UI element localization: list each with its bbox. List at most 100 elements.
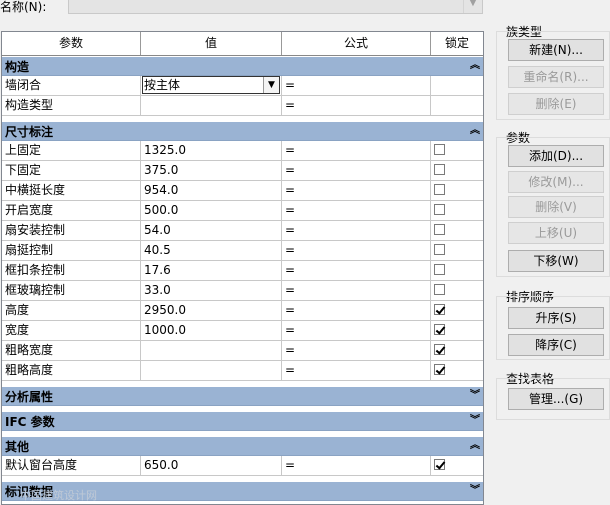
parameter-name-cell[interactable]: 框玻璃控制 xyxy=(2,281,141,300)
collapse-chevron-icon[interactable]: ︽ xyxy=(470,57,480,75)
parameter-name-cell[interactable]: 宽度 xyxy=(2,321,141,340)
table-row[interactable]: 扇挺控制 40.5 = xyxy=(2,241,483,261)
delete-type-button[interactable]: 删除(E) xyxy=(508,93,604,115)
table-row[interactable]: 墙闭合 按主体 ▼ = xyxy=(2,76,483,96)
table-row[interactable]: 构造类型 = xyxy=(2,96,483,116)
table-row[interactable]: 中横挺长度 954.0 = xyxy=(2,181,483,201)
parameter-name-cell[interactable]: 粗略高度 xyxy=(2,361,141,380)
lock-checkbox[interactable] xyxy=(434,224,445,235)
formula-cell[interactable]: = xyxy=(282,361,431,380)
sort-descending-button[interactable]: 降序(C) xyxy=(508,334,604,356)
value-dropdown[interactable]: 按主体 ▼ xyxy=(142,76,280,94)
expand-chevron-icon[interactable]: ︾ xyxy=(470,387,480,405)
formula-cell[interactable]: = xyxy=(282,181,431,200)
parameter-name-cell[interactable]: 中横挺长度 xyxy=(2,181,141,200)
new-type-button[interactable]: 新建(N)... xyxy=(508,39,604,61)
value-cell[interactable]: 40.5 xyxy=(141,241,282,260)
move-up-button[interactable]: 上移(U) xyxy=(508,222,604,244)
add-parameter-button[interactable]: 添加(D)... xyxy=(508,145,604,167)
lock-checkbox[interactable] xyxy=(434,364,445,375)
column-header-value[interactable]: 值 xyxy=(141,32,282,55)
table-row[interactable]: 框扣条控制 17.6 = xyxy=(2,261,483,281)
parameter-name-cell[interactable]: 扇安装控制 xyxy=(2,221,141,240)
lock-checkbox[interactable] xyxy=(434,459,445,470)
table-row[interactable]: 开启宽度 500.0 = xyxy=(2,201,483,221)
value-cell[interactable]: 54.0 xyxy=(141,221,282,240)
manage-lookup-tables-button[interactable]: 管理...(G) xyxy=(508,388,604,410)
sort-ascending-button[interactable]: 升序(S) xyxy=(508,307,604,329)
formula-cell[interactable]: = xyxy=(282,301,431,320)
group-header[interactable]: IFC 参数 ︾ xyxy=(2,411,483,431)
group-header[interactable]: 构造 ︽ xyxy=(2,56,483,76)
lock-checkbox[interactable] xyxy=(434,304,445,315)
modify-parameter-button[interactable]: 修改(M)... xyxy=(508,171,604,193)
formula-cell[interactable]: = xyxy=(282,76,431,95)
lock-checkbox[interactable] xyxy=(434,204,445,215)
parameter-name-cell[interactable]: 高度 xyxy=(2,301,141,320)
expand-chevron-icon[interactable]: ︾ xyxy=(470,412,480,430)
type-name-dropdown[interactable]: ▼ xyxy=(68,0,483,14)
value-cell[interactable] xyxy=(141,361,282,380)
formula-cell[interactable]: = xyxy=(282,221,431,240)
value-cell[interactable] xyxy=(141,341,282,360)
value-cell[interactable]: 1000.0 xyxy=(141,321,282,340)
chevron-down-icon[interactable]: ▼ xyxy=(263,77,279,93)
table-row[interactable]: 高度 2950.0 = xyxy=(2,301,483,321)
parameter-name-cell[interactable]: 墙闭合 xyxy=(2,76,141,95)
value-cell[interactable]: 17.6 xyxy=(141,261,282,280)
lock-checkbox[interactable] xyxy=(434,264,445,275)
table-row[interactable]: 粗略高度 = xyxy=(2,361,483,381)
formula-cell[interactable]: = xyxy=(282,241,431,260)
parameter-name-cell[interactable]: 构造类型 xyxy=(2,96,141,115)
column-header-parameter[interactable]: 参数 xyxy=(2,32,141,55)
parameter-name-cell[interactable]: 默认窗台高度 xyxy=(2,456,141,475)
value-cell[interactable]: 33.0 xyxy=(141,281,282,300)
formula-cell[interactable]: = xyxy=(282,161,431,180)
table-row[interactable]: 框玻璃控制 33.0 = xyxy=(2,281,483,301)
value-cell[interactable] xyxy=(141,96,282,115)
group-header[interactable]: 分析属性 ︾ xyxy=(2,386,483,406)
parameter-name-cell[interactable]: 开启宽度 xyxy=(2,201,141,220)
group-header[interactable]: 尺寸标注 ︽ xyxy=(2,121,483,141)
rename-type-button[interactable]: 重命名(R)... xyxy=(508,66,604,88)
column-header-formula[interactable]: 公式 xyxy=(282,32,431,55)
parameter-name-cell[interactable]: 下固定 xyxy=(2,161,141,180)
value-cell[interactable]: 375.0 xyxy=(141,161,282,180)
value-cell[interactable]: 1325.0 xyxy=(141,141,282,160)
table-row[interactable]: 上固定 1325.0 = xyxy=(2,141,483,161)
collapse-chevron-icon[interactable]: ︽ xyxy=(470,122,480,140)
formula-cell[interactable]: = xyxy=(282,201,431,220)
value-cell[interactable]: 954.0 xyxy=(141,181,282,200)
lock-checkbox[interactable] xyxy=(434,324,445,335)
value-cell[interactable]: 650.0 xyxy=(141,456,282,475)
value-cell[interactable]: 按主体 ▼ xyxy=(141,76,282,95)
value-cell[interactable]: 500.0 xyxy=(141,201,282,220)
parameter-name-cell[interactable]: 粗略宽度 xyxy=(2,341,141,360)
table-row[interactable]: 粗略宽度 = xyxy=(2,341,483,361)
formula-cell[interactable]: = xyxy=(282,321,431,340)
group-header[interactable]: 其他 ︽ xyxy=(2,436,483,456)
column-header-locked[interactable]: 锁定 xyxy=(431,32,483,55)
lock-checkbox[interactable] xyxy=(434,144,445,155)
formula-cell[interactable]: = xyxy=(282,281,431,300)
collapse-chevron-icon[interactable]: ︽ xyxy=(470,437,480,455)
lock-checkbox[interactable] xyxy=(434,244,445,255)
table-row[interactable]: 宽度 1000.0 = xyxy=(2,321,483,341)
formula-cell[interactable]: = xyxy=(282,261,431,280)
parameter-name-cell[interactable]: 扇挺控制 xyxy=(2,241,141,260)
formula-cell[interactable]: = xyxy=(282,341,431,360)
delete-parameter-button[interactable]: 删除(V) xyxy=(508,196,604,218)
move-down-button[interactable]: 下移(W) xyxy=(508,250,604,272)
lock-checkbox[interactable] xyxy=(434,184,445,195)
expand-chevron-icon[interactable]: ︾ xyxy=(470,482,480,500)
lock-checkbox[interactable] xyxy=(434,164,445,175)
lock-checkbox[interactable] xyxy=(434,344,445,355)
table-row[interactable]: 下固定 375.0 = xyxy=(2,161,483,181)
lock-checkbox[interactable] xyxy=(434,284,445,295)
parameter-name-cell[interactable]: 上固定 xyxy=(2,141,141,160)
table-row[interactable]: 扇安装控制 54.0 = xyxy=(2,221,483,241)
parameters-grid[interactable]: 参数 值 公式 锁定 构造 ︽ 墙闭合 按主体 ▼ = 构造类型 = 尺寸标注 ︽ 上固定 1325.… xyxy=(1,31,484,505)
table-row[interactable]: 默认窗台高度 650.0 = xyxy=(2,456,483,476)
value-cell[interactable]: 2950.0 xyxy=(141,301,282,320)
parameter-name-cell[interactable]: 框扣条控制 xyxy=(2,261,141,280)
